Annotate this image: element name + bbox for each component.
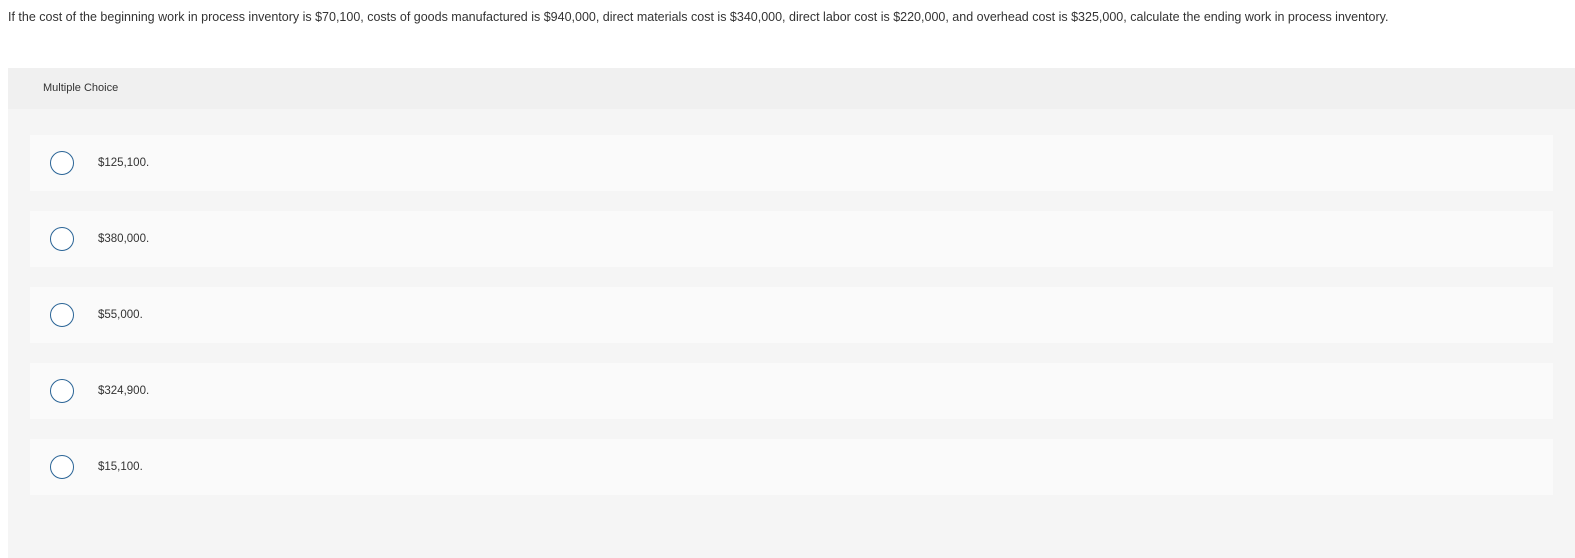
radio-button-icon[interactable] [50,379,74,403]
answer-option-d[interactable]: $324,900. [30,363,1553,419]
answer-option-label: $380,000. [98,233,150,245]
answer-option-c[interactable]: $55,000. [30,287,1553,343]
question-type-label: Multiple Choice [43,82,119,94]
panel-header: Multiple Choice [8,68,1575,109]
radio-button-icon[interactable] [50,151,74,175]
radio-button-icon[interactable] [50,227,74,251]
radio-button-icon[interactable] [50,455,74,479]
answer-option-b[interactable]: $380,000. [30,211,1553,267]
radio-button-icon[interactable] [50,303,74,327]
answer-option-label: $15,100. [98,461,143,473]
answer-option-e[interactable]: $15,100. [30,439,1553,495]
answer-option-a[interactable]: $125,100. [30,135,1553,191]
answer-option-label: $55,000. [98,309,143,321]
answer-option-label: $324,900. [98,385,150,397]
answer-option-label: $125,100. [98,157,150,169]
question-text: If the cost of the beginning work in pro… [8,10,1389,24]
multiple-choice-panel: Multiple Choice $125,100. $380,000. $55,… [8,68,1575,558]
answer-options: $125,100. $380,000. $55,000. $324,900. $… [30,135,1553,515]
